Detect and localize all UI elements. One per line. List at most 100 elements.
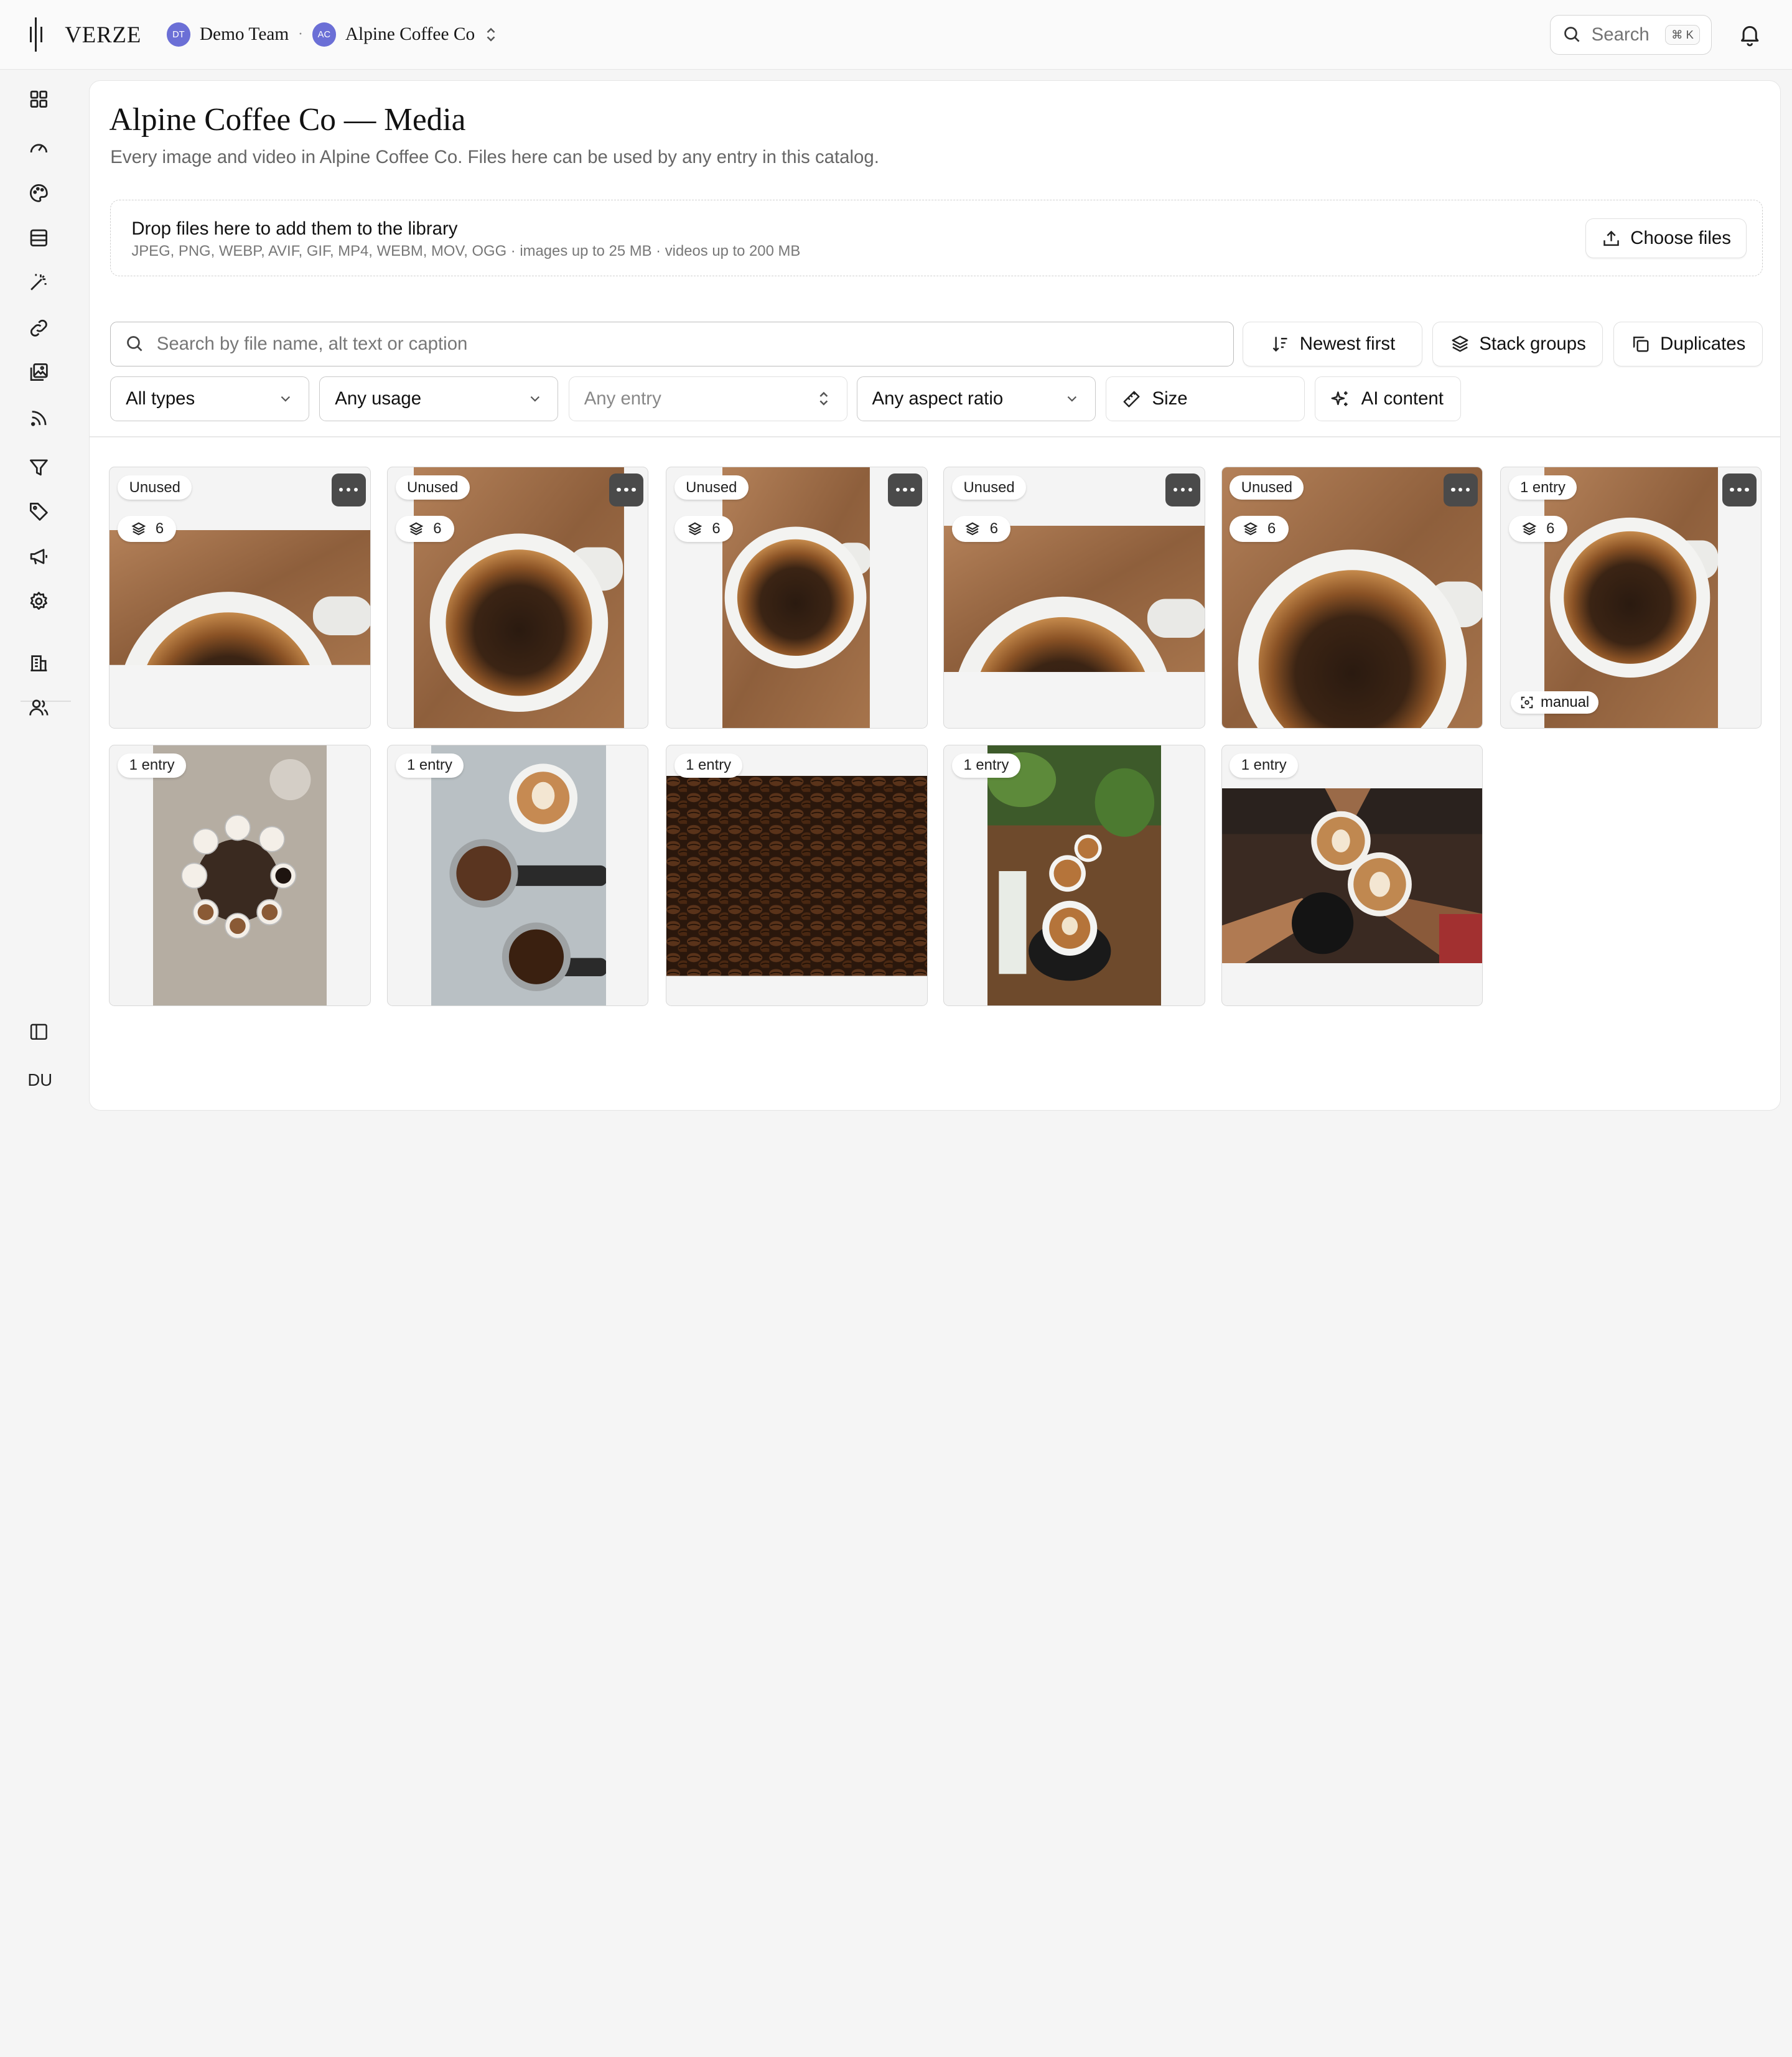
- crop-mode-badge: manual: [1511, 691, 1598, 714]
- rss-icon[interactable]: [27, 407, 52, 432]
- media-card[interactable]: 1 entry: [943, 744, 1205, 1007]
- usage-badge: Unused: [952, 475, 1027, 500]
- media-card[interactable]: 1 entry: [386, 744, 649, 1007]
- media-card[interactable]: Unused 6: [1221, 467, 1483, 729]
- card-more-button[interactable]: [1165, 473, 1200, 506]
- usage-filter-select[interactable]: Any usage: [319, 376, 559, 421]
- duplicates-button[interactable]: Duplicates: [1613, 322, 1763, 366]
- usage-badge: Unused: [1230, 475, 1304, 500]
- palette-icon[interactable]: [27, 182, 52, 207]
- team-name[interactable]: Demo Team: [200, 24, 289, 45]
- user-avatar[interactable]: DU: [21, 1063, 59, 1097]
- layers-icon: [965, 522, 980, 536]
- ai-content-label: AI content: [1361, 388, 1444, 409]
- tag-icon[interactable]: [27, 500, 52, 525]
- page-subtitle: Every image and video in Alpine Coffee C…: [110, 147, 879, 168]
- media-search-placeholder: Search by file name, alt text or caption: [156, 333, 468, 354]
- stack-count: 6: [989, 520, 998, 537]
- link-icon[interactable]: [27, 317, 52, 342]
- aspect-ratio-filter-value: Any aspect ratio: [872, 388, 1004, 409]
- stack-count-badge[interactable]: 6: [1230, 515, 1289, 543]
- usage-filter-value: Any usage: [335, 388, 422, 409]
- filter-icon[interactable]: [27, 456, 52, 481]
- bell-icon[interactable]: [1737, 22, 1762, 47]
- breadcrumb: DT Demo Team · AC Alpine Coffee Co: [166, 22, 498, 47]
- media-card[interactable]: Unused 6: [943, 467, 1205, 729]
- media-card[interactable]: Unused 6: [109, 467, 371, 729]
- media-card[interactable]: 1 entry: [665, 744, 928, 1007]
- breadcrumb-separator: ·: [297, 26, 303, 43]
- sort-label: Newest first: [1299, 333, 1396, 354]
- media-thumbnail: [1221, 467, 1483, 728]
- ai-content-filter-button[interactable]: AI content: [1315, 376, 1462, 421]
- media-thumbnail: [414, 467, 624, 728]
- media-card[interactable]: Unused 6: [386, 467, 649, 729]
- usage-badge: 1 entry: [118, 753, 186, 778]
- database-icon[interactable]: [27, 226, 52, 251]
- stack-count-badge[interactable]: 6: [395, 515, 454, 543]
- card-more-button[interactable]: [1443, 473, 1478, 506]
- stack-count-badge[interactable]: 6: [118, 515, 177, 543]
- sparkles-icon: [1331, 391, 1348, 406]
- media-search-input[interactable]: Search by file name, alt text or caption: [110, 322, 1234, 366]
- sidebar-toggle-icon[interactable]: [27, 1020, 52, 1045]
- org-name[interactable]: Alpine Coffee Co: [345, 24, 475, 45]
- toolbar-divider: [90, 436, 1780, 437]
- entry-filter-value: Any entry: [584, 388, 661, 409]
- type-filter-value: All types: [126, 388, 195, 409]
- duplicates-label: Duplicates: [1660, 333, 1746, 354]
- usage-badge: 1 entry: [952, 753, 1020, 778]
- building-icon[interactable]: [27, 651, 52, 676]
- size-filter-button[interactable]: Size: [1106, 376, 1305, 421]
- megaphone-icon[interactable]: [27, 545, 52, 570]
- org-avatar: AC: [312, 22, 337, 47]
- media-card[interactable]: 1 entry 6 manual: [1500, 467, 1762, 729]
- chevron-down-icon: [281, 396, 291, 402]
- sidebar: DU: [0, 70, 80, 1120]
- stack-count: 6: [1546, 520, 1555, 537]
- media-card[interactable]: Unused 6: [665, 467, 928, 729]
- entry-filter-select[interactable]: Any entry: [568, 376, 847, 421]
- media-card[interactable]: 1 entry: [109, 744, 371, 1007]
- layers-icon: [131, 522, 146, 536]
- media-thumbnail: [987, 745, 1162, 1006]
- copy-icon: [1633, 337, 1649, 352]
- upload-icon: [1603, 230, 1619, 246]
- dashboard-icon[interactable]: [27, 88, 52, 113]
- stack-count-badge[interactable]: 6: [1508, 515, 1567, 543]
- choose-files-label: Choose files: [1630, 228, 1731, 249]
- usage-badge: 1 entry: [1508, 475, 1577, 500]
- gauge-icon[interactable]: [27, 136, 52, 161]
- media-card[interactable]: 1 entry: [1221, 744, 1483, 1007]
- media-thumbnail: [110, 530, 371, 666]
- stack-count-badge[interactable]: 6: [952, 515, 1011, 543]
- size-filter-label: Size: [1152, 388, 1188, 409]
- brand-name[interactable]: VERZE: [65, 21, 141, 48]
- type-filter-select[interactable]: All types: [110, 376, 309, 421]
- layers-icon: [409, 522, 424, 536]
- media-thumbnail: [153, 745, 327, 1006]
- search-icon: [1564, 27, 1580, 42]
- stack-groups-button[interactable]: Stack groups: [1432, 322, 1603, 366]
- chevron-down-icon: [530, 396, 539, 402]
- card-more-button[interactable]: [609, 473, 644, 506]
- aspect-ratio-filter-select[interactable]: Any aspect ratio: [856, 376, 1096, 421]
- card-more-button[interactable]: [331, 473, 366, 506]
- choose-files-button[interactable]: Choose files: [1585, 218, 1747, 259]
- card-more-button[interactable]: [888, 473, 923, 506]
- stack-count: 6: [1267, 520, 1276, 537]
- media-library-icon[interactable]: [27, 361, 52, 386]
- users-icon[interactable]: [27, 696, 52, 721]
- card-more-button[interactable]: [1722, 473, 1757, 506]
- stack-count-badge[interactable]: 6: [674, 515, 733, 543]
- usage-badge: Unused: [674, 475, 749, 500]
- usage-badge: 1 entry: [674, 753, 743, 778]
- media-thumbnail: [1544, 467, 1718, 728]
- magic-wand-icon[interactable]: [27, 271, 52, 296]
- org-switcher-chevron-icon[interactable]: [484, 26, 498, 44]
- global-search-button[interactable]: Search ⌘ K: [1549, 14, 1712, 55]
- media-thumbnail: [1221, 788, 1483, 964]
- sort-button[interactable]: Newest first: [1243, 322, 1422, 366]
- settings-icon[interactable]: [27, 590, 52, 615]
- file-dropzone[interactable]: Drop files here to add them to the libra…: [110, 199, 1763, 276]
